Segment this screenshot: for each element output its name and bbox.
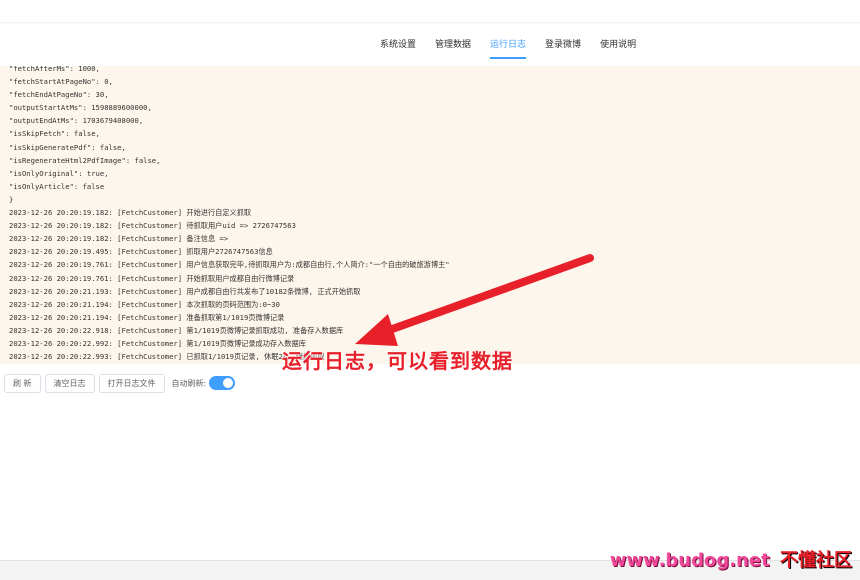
log-line: 2023-12-26 20:20:19.182: [FetchCustomer]… <box>9 234 229 244</box>
top-bar-shadow <box>0 22 860 25</box>
auto-refresh-toggle[interactable] <box>209 376 236 390</box>
log-line: "outputStartAtMs": 1598889600000, <box>9 103 152 113</box>
tab-system-settings[interactable]: 系统设置 <box>380 31 416 59</box>
log-output-panel[interactable]: "fetchAfterMs": 1000, "fetchStartAtPageNo… <box>0 66 860 364</box>
clear-log-button[interactable]: 清空日志 <box>44 373 95 393</box>
auto-refresh-label: 自动刷新: <box>171 378 207 388</box>
log-line: 2023-12-26 20:20:19.761: [FetchCustomer]… <box>9 260 450 270</box>
log-line: 2023-12-26 20:20:19.761: [FetchCustomer]… <box>9 273 295 283</box>
log-line: "isOnlyOriginal": true, <box>9 168 109 178</box>
log-line: 2023-12-26 20:20:19.495: [FetchCustomer]… <box>9 247 273 257</box>
log-line: 2023-12-26 20:20:19.182: [FetchCustomer]… <box>9 208 252 218</box>
annotation-caption: 运行日志，可以看到数据 <box>282 349 513 373</box>
watermark-url: www.budog.net <box>609 550 770 571</box>
open-log-file-button[interactable]: 打开日志文件 <box>98 373 165 393</box>
log-line: "fetchEndAtPageNo": 30, <box>9 90 109 100</box>
log-line: 2023-12-26 20:20:19.182: [FetchCustomer]… <box>9 221 296 231</box>
log-line: "outputEndAtMs": 1703679408000, <box>9 116 144 126</box>
log-line: 2023-12-26 20:20:21.194: [FetchCustomer]… <box>9 312 285 322</box>
log-line: "isSkipGeneratePdf": false, <box>9 142 126 152</box>
log-line: } <box>9 194 14 204</box>
tab-manage-data[interactable]: 管理数据 <box>435 31 471 59</box>
log-controls: 刷 新 清空日志 打开日志文件 自动刷新: <box>4 373 236 393</box>
log-line: "fetchStartAtPageNo": 0, <box>9 77 113 87</box>
log-lines: "fetchAfterMs": 1000, "fetchStartAtPageNo… <box>9 66 450 363</box>
nav-tabs: 系统设置 管理数据 运行日志 登录微博 使用说明 <box>380 30 655 60</box>
watermark-site: 不懂社区 <box>780 550 852 571</box>
tab-usage-guide[interactable]: 使用说明 <box>600 31 636 59</box>
tab-login-weibo[interactable]: 登录微博 <box>545 31 581 59</box>
log-line: "isSkipFetch": false, <box>9 129 100 139</box>
toggle-knob <box>223 378 234 388</box>
log-line: "isRegenerateHtml2PdfImage": false, <box>9 155 161 165</box>
window-top-bar <box>0 0 860 23</box>
log-line: 2023-12-26 20:20:21.194: [FetchCustomer]… <box>9 299 280 309</box>
log-line: 2023-12-26 20:20:22.918: [FetchCustomer]… <box>9 325 344 335</box>
log-line: "fetchAfterMs": 1000, <box>9 66 100 73</box>
refresh-button[interactable]: 刷 新 <box>4 373 41 393</box>
tab-run-log[interactable]: 运行日志 <box>490 31 527 59</box>
log-line: 2023-12-26 20:20:21.193: [FetchCustomer]… <box>9 286 361 296</box>
site-watermark: www.budog.net 不懂社区 <box>610 546 852 572</box>
app-window: 系统设置 管理数据 运行日志 登录微博 使用说明 "fetchAfterMs":… <box>0 0 860 580</box>
log-line: "isOnlyArticle": false <box>9 181 105 191</box>
